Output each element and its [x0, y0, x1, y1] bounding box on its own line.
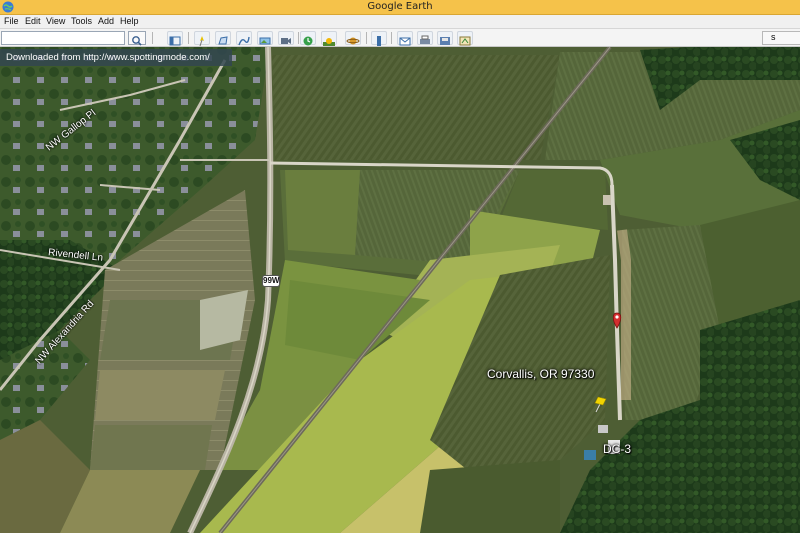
toolbar-separator	[391, 32, 392, 44]
print-icon	[420, 35, 430, 44]
sunlight-button[interactable]	[321, 31, 337, 46]
overlay-icon	[259, 37, 271, 45]
toolbar-separator	[298, 32, 299, 44]
menu-help[interactable]: Help	[120, 16, 139, 26]
ruler-button[interactable]	[371, 31, 387, 46]
sidebar-button[interactable]	[167, 31, 183, 46]
menu-add[interactable]: Add	[98, 16, 114, 26]
satellite-imagery[interactable]	[0, 47, 800, 533]
add-polygon-button[interactable]	[215, 31, 231, 45]
sidebar-icon	[169, 36, 181, 46]
placemark-icon	[199, 36, 204, 47]
historical-imagery-icon	[303, 36, 313, 46]
earth-view[interactable]: NW Gallop Pl Rivendell Ln NW Alexandria …	[0, 47, 800, 533]
menu-view[interactable]: View	[46, 16, 65, 26]
email-icon	[399, 37, 411, 46]
add-image-overlay-button[interactable]	[257, 31, 273, 45]
polygon-icon	[218, 36, 228, 45]
menu-tools[interactable]: Tools	[71, 16, 92, 26]
map-icon	[459, 36, 471, 46]
record-tour-button[interactable]	[278, 31, 294, 45]
planets-icon	[346, 37, 360, 45]
view-in-maps-button[interactable]	[457, 31, 473, 46]
sunlight-icon	[323, 38, 335, 46]
toolbar: s	[0, 29, 800, 47]
planets-button[interactable]	[345, 31, 361, 45]
toolbar-separator	[366, 32, 367, 44]
historical-imagery-button[interactable]	[300, 31, 316, 46]
toolbar-separator	[188, 32, 189, 44]
tour-icon	[281, 38, 291, 44]
ruler-icon	[377, 36, 381, 46]
title-bar: Google Earth	[0, 0, 800, 15]
highway-shield: 99W	[262, 275, 280, 287]
save-image-icon	[440, 37, 450, 45]
search-button[interactable]	[128, 31, 146, 46]
place-label[interactable]: Corvallis, OR 97330	[487, 367, 594, 381]
menu-file[interactable]: File	[4, 16, 19, 26]
menu-bar: File Edit View Tools Add Help	[0, 15, 800, 29]
add-path-button[interactable]	[236, 31, 252, 46]
print-button[interactable]	[417, 31, 433, 45]
menu-edit[interactable]: Edit	[25, 16, 41, 26]
placemark-label[interactable]: DC-3	[603, 442, 631, 456]
sign-in-button[interactable]: s	[762, 31, 800, 45]
path-icon	[238, 36, 250, 46]
save-image-button[interactable]	[437, 31, 453, 45]
toolbar-separator	[152, 32, 153, 44]
window-title: Google Earth	[367, 1, 433, 12]
email-button[interactable]	[397, 31, 413, 46]
search-input[interactable]	[1, 31, 125, 45]
search-icon	[132, 36, 142, 46]
add-placemark-button[interactable]	[194, 31, 210, 47]
watermark-banner: Downloaded from http://www.spottingmode.…	[0, 49, 232, 66]
